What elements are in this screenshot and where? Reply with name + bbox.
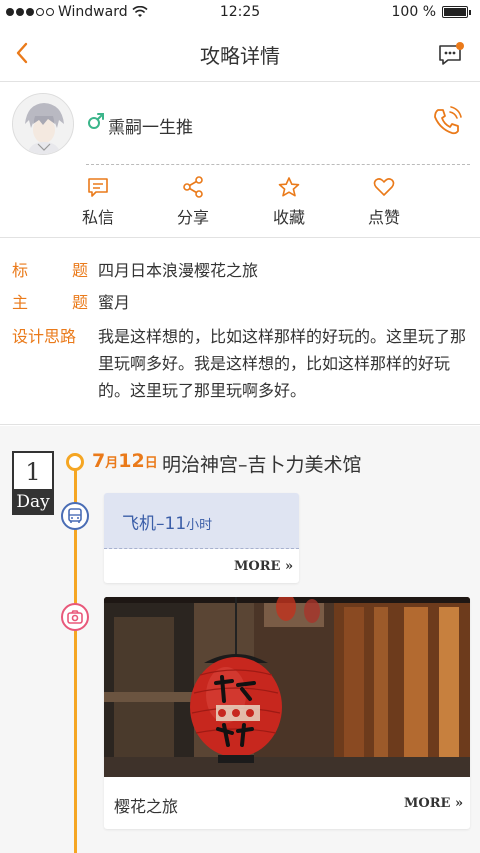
double-chevron-icon: » — [280, 559, 294, 574]
action-bar: 私信 分享 收藏 点赞 — [0, 170, 480, 238]
battery-icon — [442, 6, 471, 18]
day-route: 明治神宫–吉卜力美术馆 — [162, 454, 362, 476]
page-title: 攻略详情 — [200, 44, 280, 68]
day-number: 1 — [12, 451, 54, 489]
battery-percent: 100 % — [391, 4, 436, 20]
design-idea-value: 我是这样想的，比如这样那样的好玩的。这里玩了那里玩啊多好。我是这样想的，比如这样… — [98, 327, 467, 400]
trip-info: 标题 四月日本浪漫樱花之旅 主题 蜜月 设计思路 我是这样想的，比如这样那样的好… — [0, 239, 480, 425]
day-date: 7月12日 — [92, 450, 158, 472]
battery-status: 100 % — [391, 4, 471, 20]
photo-lantern-street[interactable] — [104, 597, 470, 777]
author-profile: 熏嗣一生推 — [0, 83, 480, 165]
transport-header: 飞机–11小时 — [104, 493, 299, 549]
star-icon — [278, 177, 300, 197]
share-label: 分享 — [176, 208, 209, 227]
transport-more-link[interactable]: MORE » — [234, 559, 293, 574]
day-label: Day — [12, 489, 54, 515]
favorite-button[interactable]: 收藏 — [249, 176, 329, 228]
timeline-node-icon — [66, 453, 84, 471]
theme-value: 蜜月 — [98, 293, 131, 312]
photo-caption: 樱花之旅 — [114, 797, 179, 816]
message-icon — [88, 178, 108, 197]
title-label: 标题 — [12, 261, 88, 280]
camera-icon — [61, 603, 89, 631]
nav-bar: 攻略详情 — [0, 26, 480, 82]
share-button[interactable]: 分享 — [153, 176, 233, 228]
double-chevron-icon: » — [450, 796, 464, 811]
bus-icon — [61, 502, 89, 530]
design-idea-label: 设计思路 — [12, 327, 77, 346]
title-value: 四月日本浪漫樱花之旅 — [98, 261, 259, 280]
divider — [86, 164, 470, 165]
like-button[interactable]: 点赞 — [344, 176, 424, 228]
chat-bubble-icon[interactable] — [436, 40, 466, 68]
day-badge: 1 Day — [12, 451, 54, 515]
message-label: 私信 — [81, 208, 114, 227]
username[interactable]: 熏嗣一生推 — [108, 113, 193, 138]
phone-icon[interactable] — [430, 105, 464, 139]
favorite-label: 收藏 — [272, 208, 305, 227]
share-icon — [183, 176, 203, 198]
avatar[interactable] — [12, 93, 74, 155]
transport-card[interactable]: 飞机–11小时 MORE » — [104, 493, 299, 583]
like-label: 点赞 — [367, 208, 400, 227]
message-button[interactable]: 私信 — [58, 176, 138, 228]
transport-mode: 飞机–11小时 — [122, 514, 213, 534]
theme-label: 主题 — [12, 293, 88, 312]
male-icon — [88, 113, 104, 129]
photo-more-link[interactable]: MORE » — [404, 796, 463, 811]
status-bar: Windward 12:25 100 % — [0, 0, 480, 26]
heart-icon — [373, 178, 395, 196]
photo-card[interactable]: 樱花之旅 MORE » — [104, 597, 470, 829]
